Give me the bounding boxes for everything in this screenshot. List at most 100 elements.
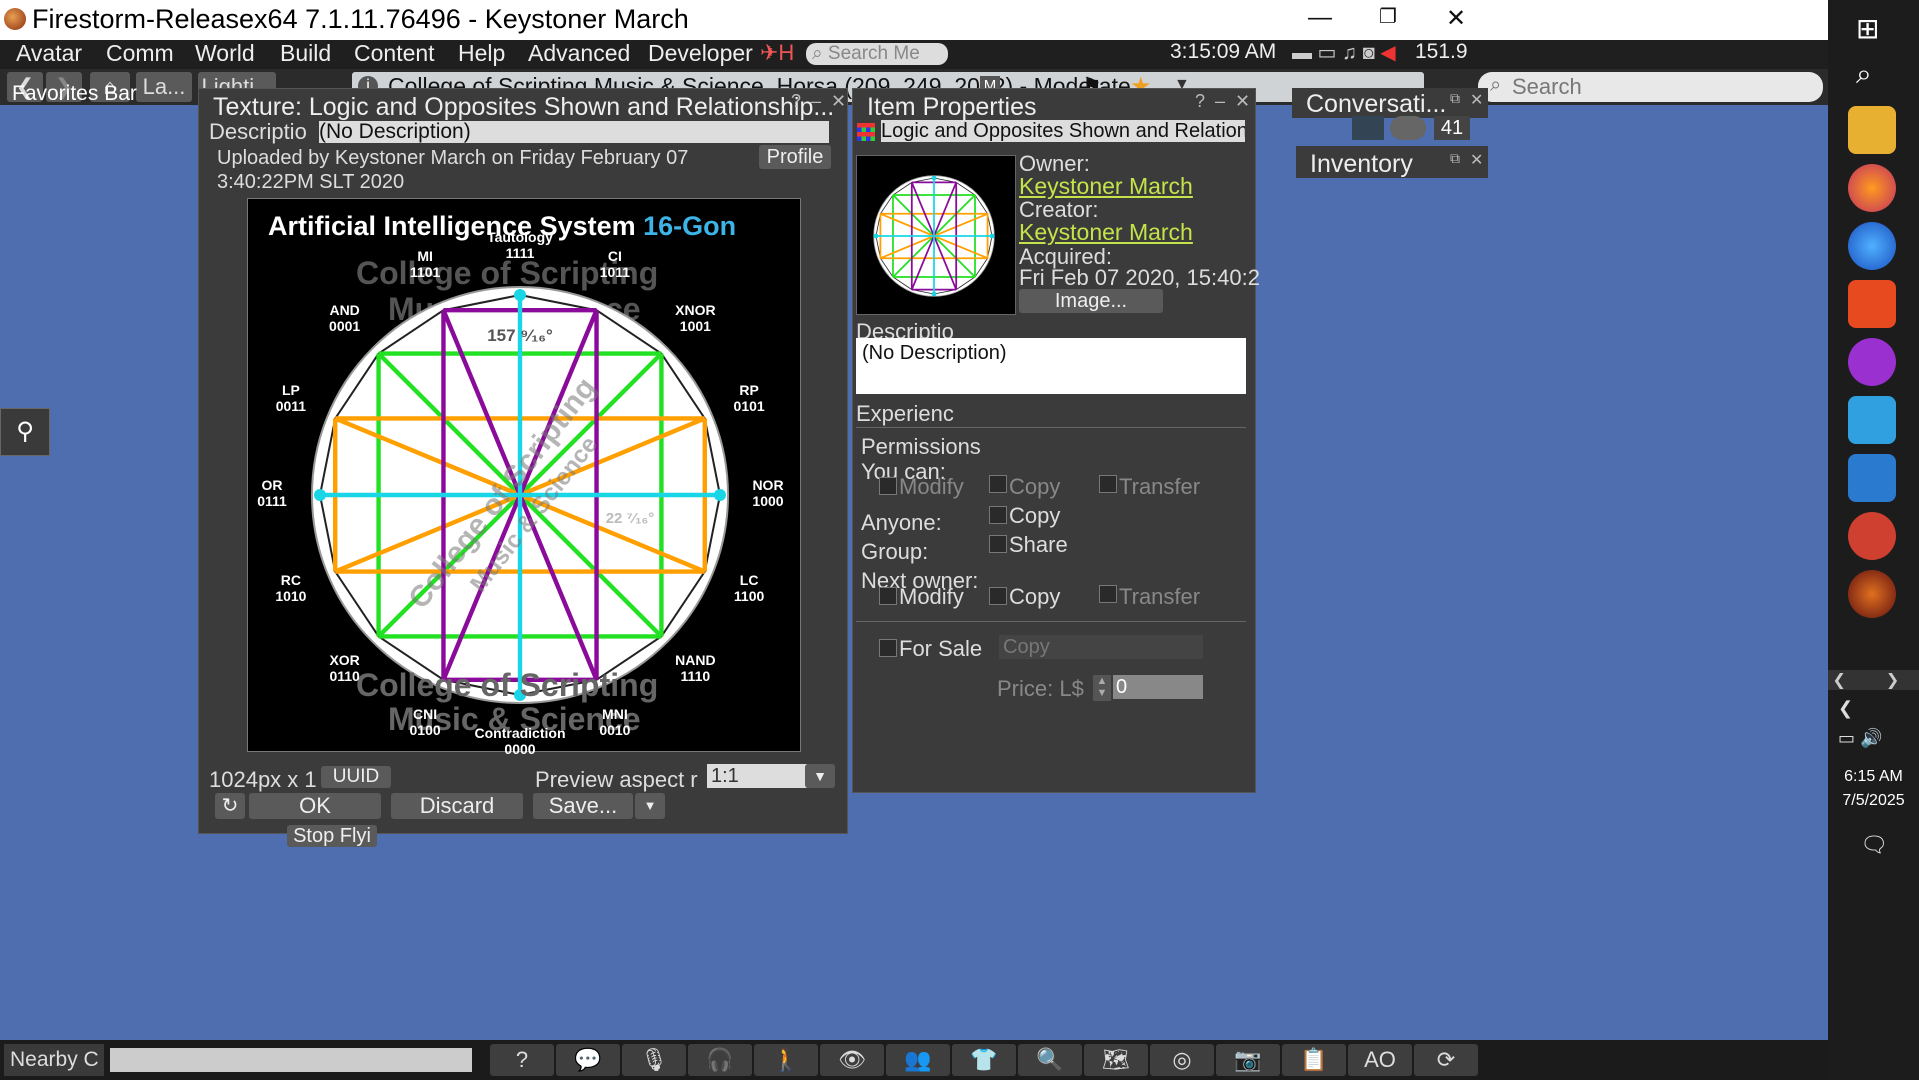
node-code: 0110 (329, 668, 360, 685)
description-textarea[interactable]: (No Description) (856, 338, 1246, 394)
uuid-button[interactable]: UUID (321, 766, 391, 788)
help-icon[interactable]: ? (490, 1044, 554, 1076)
divider (856, 621, 1246, 622)
help-icon[interactable]: ? (791, 91, 801, 112)
menu-comm[interactable]: Comm (106, 40, 174, 67)
presence-icon[interactable]: ✈H (760, 40, 794, 66)
you-transfer-checkbox[interactable] (1099, 475, 1117, 493)
refresh-icon[interactable]: ↻ (215, 793, 245, 819)
close-icon[interactable]: ✕ (1470, 150, 1483, 170)
appearance-icon[interactable]: 👕 (952, 1044, 1016, 1076)
close-icon[interactable]: ✕ (1470, 90, 1483, 110)
menu-advanced[interactable]: Advanced (528, 40, 630, 67)
node-label: MI 1101 (379, 248, 471, 280)
nearby-chat-button[interactable]: Nearby C (4, 1044, 104, 1076)
discard-button[interactable]: Discard (391, 793, 523, 819)
app-icon[interactable] (1848, 338, 1896, 386)
node-name: Tautology (487, 229, 553, 245)
group-share-checkbox[interactable] (989, 535, 1007, 553)
image-button[interactable]: Image... (1019, 289, 1163, 313)
close-icon[interactable]: ✕ (831, 91, 846, 112)
camera-icon[interactable]: 📷 (1216, 1044, 1280, 1076)
file-explorer-icon[interactable] (1848, 106, 1896, 154)
item-name-field[interactable]: Logic and Opposites Shown and Relation (881, 120, 1245, 142)
chat-bubble-icon[interactable] (1390, 116, 1426, 140)
conversations-tab[interactable]: Conversati... ⧉ ✕ (1292, 88, 1488, 118)
save-dropdown-icon[interactable]: ▼ (635, 793, 665, 819)
firestorm-icon[interactable] (1848, 570, 1896, 618)
profile-button[interactable]: Profile (759, 145, 831, 169)
help-icon[interactable]: ? (1195, 91, 1205, 112)
notification-icon[interactable]: 🗨 (1860, 832, 1888, 858)
landmarks-button[interactable]: La... (136, 72, 192, 102)
map-pin-icon[interactable]: ⚲ (0, 408, 50, 456)
menu-world[interactable]: World (195, 40, 255, 67)
menu-help[interactable]: Help (458, 40, 505, 67)
conversation-avatar[interactable] (1352, 116, 1384, 140)
node-label: XOR 0110 (299, 652, 391, 684)
chevron-down-icon[interactable]: ▼ (805, 764, 835, 788)
radar-icon[interactable]: ◎ (1150, 1044, 1214, 1076)
map-icon[interactable]: 🗺 (1084, 1044, 1148, 1076)
price-stepper[interactable]: ▲ ▼ (1093, 675, 1111, 701)
next-transfer-checkbox[interactable] (1099, 585, 1117, 603)
chat-icon[interactable]: 💬 (556, 1044, 620, 1076)
menu-build[interactable]: Build (280, 40, 331, 67)
windows-start-icon[interactable]: ⊞ (1856, 12, 1879, 45)
scroll-arrows[interactable]: ❮ ❯ (1828, 670, 1919, 690)
network-volume-icons[interactable]: ▭ 🔊 (1838, 728, 1882, 749)
ok-button[interactable]: OK (249, 793, 381, 819)
node-label: XNOR 1001 (649, 302, 741, 334)
restore-button[interactable]: ❐ (1368, 4, 1408, 29)
aspect-ratio-select[interactable]: 1:1 (707, 764, 807, 788)
you-copy-checkbox[interactable] (989, 475, 1007, 493)
node-label: AND 0001 (299, 302, 391, 334)
search-icon[interactable]: 🔍 (1018, 1044, 1082, 1076)
owner-link[interactable]: Keystoner March (1019, 173, 1193, 200)
anyone-label: Anyone: (861, 510, 942, 535)
headset-icon[interactable]: 🎧 (688, 1044, 752, 1076)
search-icon[interactable]: ⌕ (1856, 58, 1872, 91)
price-input[interactable]: 0 (1113, 675, 1203, 699)
walk-icon[interactable]: 🚶 (754, 1044, 818, 1076)
save-button[interactable]: Save... (533, 793, 633, 819)
brave-icon[interactable] (1848, 280, 1896, 328)
view-icon[interactable]: 👁 (820, 1044, 884, 1076)
creator-link[interactable]: Keystoner March (1019, 219, 1193, 246)
next-modify-checkbox[interactable] (879, 587, 897, 605)
paint-icon[interactable] (1848, 512, 1896, 560)
description-field[interactable]: (No Description) (319, 121, 829, 143)
anyone-copy-checkbox[interactable] (989, 506, 1007, 524)
undock-icon[interactable]: ⧉ (1450, 150, 1460, 167)
stop-flying-button[interactable]: Stop Flyi (287, 825, 377, 847)
menu-search-input[interactable]: ⌕ Search Me (806, 43, 948, 65)
people-icon[interactable]: 👥 (886, 1044, 950, 1076)
ao-button[interactable]: AO (1348, 1044, 1412, 1076)
node-code: 0111 (257, 493, 287, 509)
windsurf-icon[interactable] (1848, 396, 1896, 444)
minimize-icon[interactable]: – (811, 91, 821, 112)
minimize-button[interactable]: — (1300, 4, 1340, 32)
menu-developer[interactable]: Developer (648, 40, 753, 67)
chevron-left-icon[interactable]: ❮ (1838, 698, 1853, 719)
inventory-icon[interactable]: 📋 (1282, 1044, 1346, 1076)
menu-content[interactable]: Content (354, 40, 435, 67)
menu-avatar[interactable]: Avatar (16, 40, 82, 67)
minimize-icon[interactable]: – (1215, 91, 1225, 112)
vscode-icon[interactable] (1848, 454, 1896, 502)
firefox-icon[interactable] (1848, 164, 1896, 212)
you-modify-checkbox[interactable] (879, 477, 897, 495)
next-copy-checkbox[interactable] (989, 587, 1007, 605)
media-icons[interactable]: ▬ ▭ ♫ ◙ ◀ (1292, 40, 1396, 65)
firefox-dev-icon[interactable] (1848, 222, 1896, 270)
sale-type-select[interactable]: Copy (999, 635, 1203, 659)
close-icon[interactable]: ✕ (1235, 91, 1250, 112)
chat-input[interactable] (110, 1048, 472, 1072)
undock-icon[interactable]: ⧉ (1450, 90, 1460, 107)
sync-icon[interactable]: ⟳ (1414, 1044, 1478, 1076)
for-sale-checkbox[interactable] (879, 639, 897, 657)
voice-icon[interactable]: 🎙 (622, 1044, 686, 1076)
search-input[interactable]: ⌕ Search (1478, 72, 1823, 102)
inventory-tab[interactable]: Inventory ⧉ ✕ (1296, 146, 1488, 178)
close-button[interactable]: ✕ (1436, 4, 1476, 33)
